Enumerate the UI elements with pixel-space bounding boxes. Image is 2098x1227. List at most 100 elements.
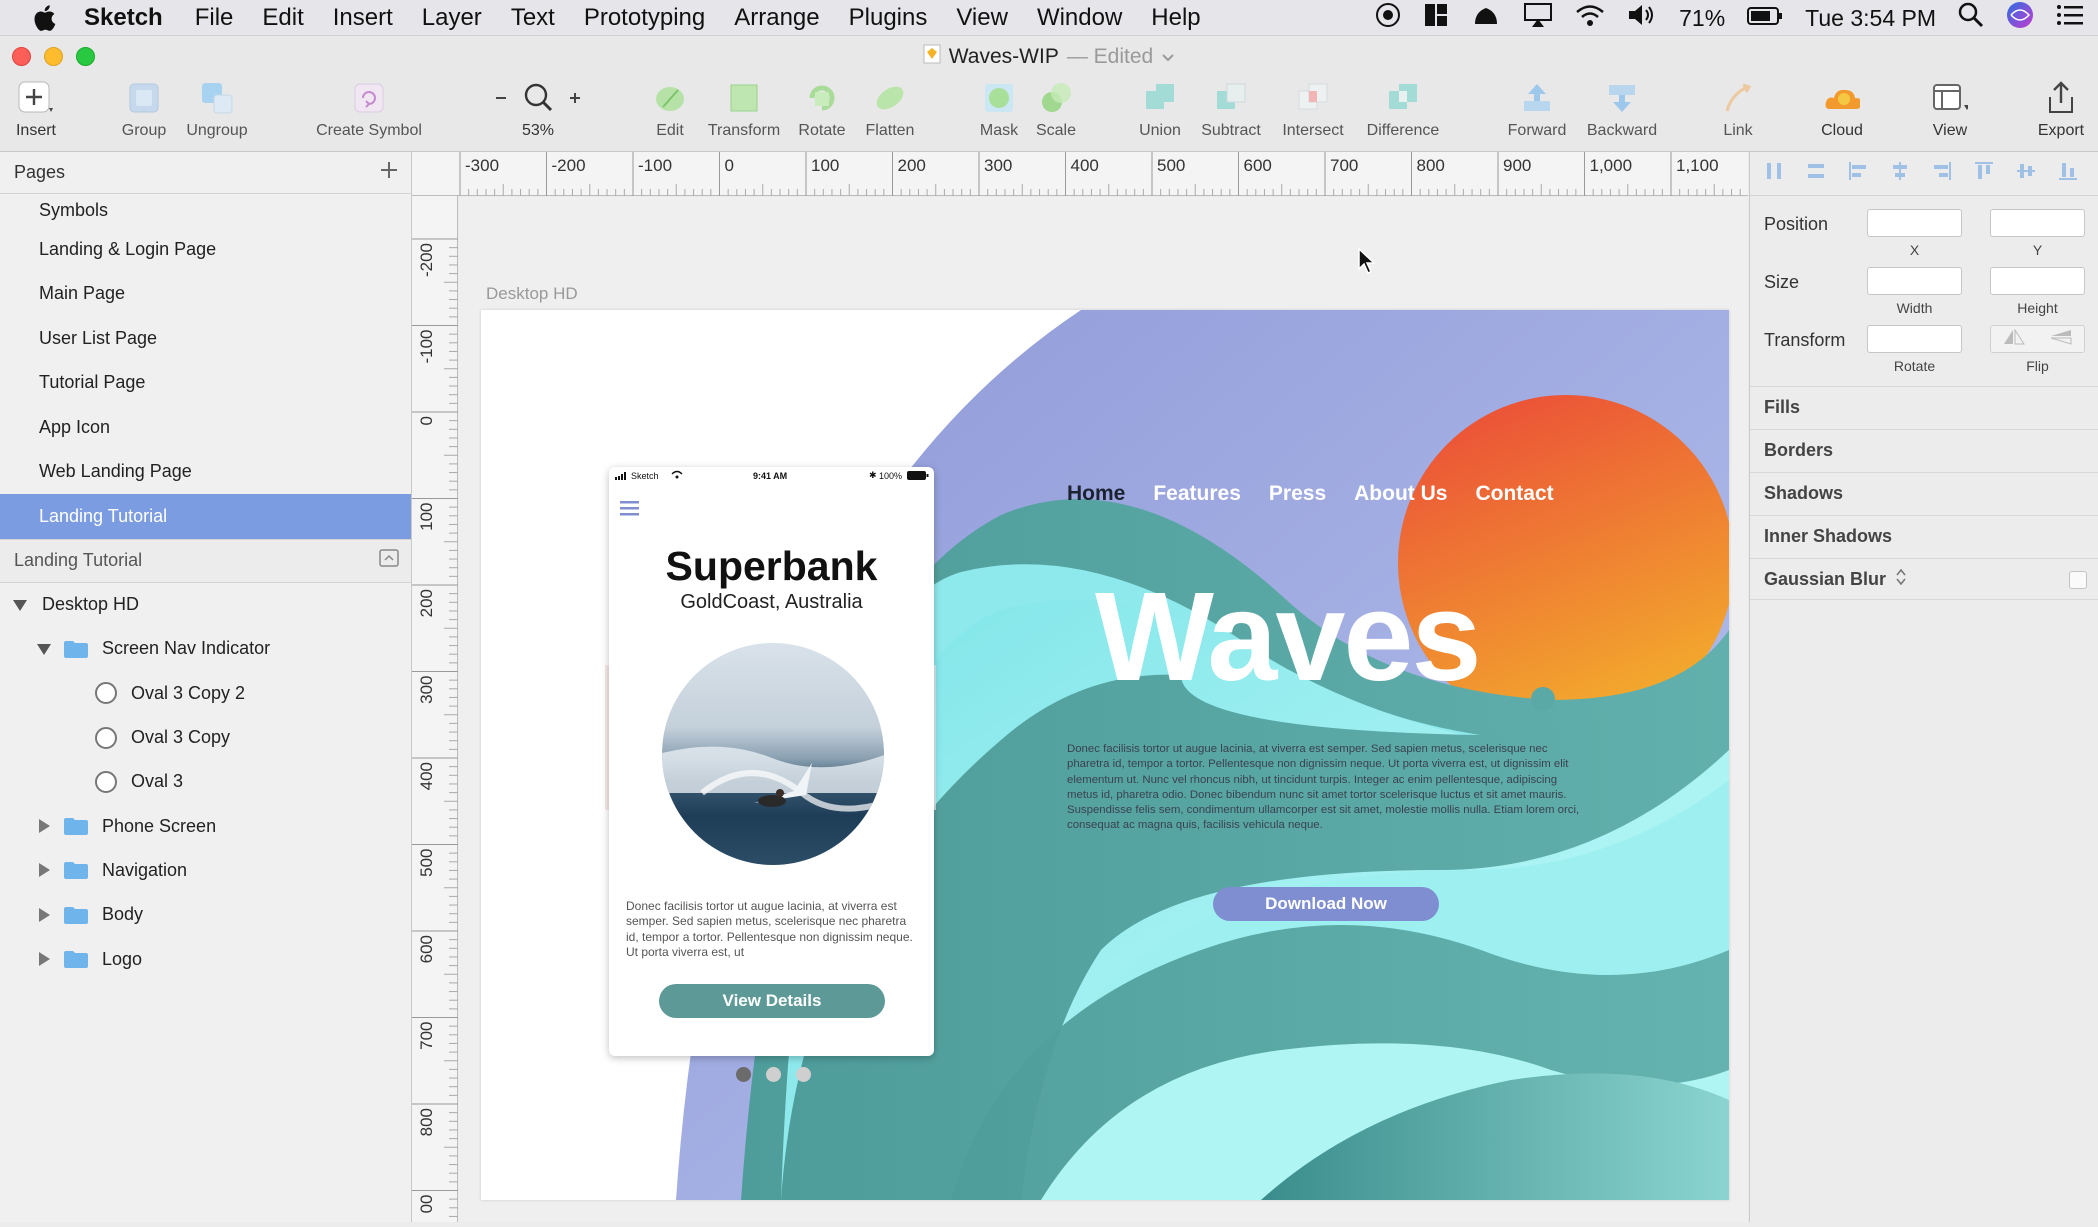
- gaussian-blur-checkbox[interactable]: [2069, 571, 2087, 589]
- screen-record-icon[interactable]: [1375, 2, 1401, 34]
- transform-button[interactable]: Transform: [704, 77, 784, 152]
- layer-oval-3-copy[interactable]: Oval 3 Copy: [0, 715, 411, 759]
- view-button[interactable]: View: [1924, 77, 1976, 152]
- layer-oval-3[interactable]: Oval 3: [0, 760, 411, 804]
- menu-help[interactable]: Help: [1151, 4, 1200, 32]
- wifi-icon[interactable]: [1575, 3, 1605, 33]
- scale-button[interactable]: Scale: [1032, 77, 1080, 152]
- collapse-layers-icon[interactable]: [379, 549, 399, 572]
- link-button[interactable]: Link: [1718, 77, 1758, 152]
- rotate-input[interactable]: [1867, 325, 1962, 353]
- horizontal-ruler[interactable]: -300 -200 -100 0 100 200 300 400 500 600 700 800 900…: [412, 152, 1748, 196]
- apple-icon[interactable]: [26, 0, 62, 36]
- layer-screen-nav-indicator[interactable]: Screen Nav Indicator: [0, 627, 411, 671]
- create-symbol-button[interactable]: Create Symbol: [306, 77, 432, 152]
- layer-desktop-hd[interactable]: Desktop HD: [0, 583, 411, 627]
- menu-arrange[interactable]: Arrange: [734, 4, 819, 32]
- nav-press[interactable]: Press: [1269, 482, 1326, 506]
- intersect-button[interactable]: Intersect: [1277, 77, 1349, 152]
- insert-button[interactable]: Insert: [10, 77, 62, 152]
- backward-button[interactable]: Backward: [1580, 77, 1664, 152]
- menu-prototyping[interactable]: Prototyping: [584, 4, 705, 32]
- nav-home[interactable]: Home: [1067, 482, 1125, 506]
- align-left-icon[interactable]: [1848, 161, 1868, 186]
- page-tutorial[interactable]: Tutorial Page: [0, 361, 411, 406]
- menu-text[interactable]: Text: [511, 4, 555, 32]
- page-symbols[interactable]: Symbols: [0, 194, 411, 227]
- download-now-button[interactable]: Download Now: [1213, 887, 1439, 921]
- borders-section[interactable]: Borders: [1750, 429, 2098, 471]
- carousel-dot-active[interactable]: [736, 1067, 751, 1082]
- cloud-menu-icon[interactable]: [1471, 2, 1501, 34]
- chevron-down-icon[interactable]: [1161, 45, 1175, 69]
- blur-type-stepper-icon[interactable]: [1896, 568, 1906, 590]
- battery-icon[interactable]: [1747, 5, 1783, 32]
- menu-edit[interactable]: Edit: [262, 4, 303, 32]
- rotate-button[interactable]: Rotate: [794, 77, 850, 152]
- layer-phone-screen[interactable]: Phone Screen: [0, 804, 411, 848]
- disclosure-open-icon[interactable]: [12, 597, 28, 613]
- align-top-icon[interactable]: [1974, 161, 1994, 186]
- align-center-icon[interactable]: [1890, 161, 1910, 186]
- layer-oval-3-copy-2[interactable]: Oval 3 Copy 2: [0, 671, 411, 715]
- zoom-control[interactable]: 53%: [490, 77, 586, 152]
- page-web-landing[interactable]: Web Landing Page: [0, 450, 411, 495]
- page-landing-login[interactable]: Landing & Login Page: [0, 227, 411, 272]
- difference-button[interactable]: Difference: [1360, 77, 1446, 152]
- vertical-ruler[interactable]: -200 -100 0 100 200 300 400 500 600 700 800 00: [412, 196, 458, 1226]
- menu-insert[interactable]: Insert: [333, 4, 393, 32]
- pages-header[interactable]: Pages: [0, 152, 411, 194]
- nav-about-us[interactable]: About Us: [1354, 482, 1447, 506]
- zoom-window-button[interactable]: [76, 47, 95, 66]
- fills-section[interactable]: Fills: [1750, 386, 2098, 428]
- disclosure-closed-icon[interactable]: [36, 862, 52, 878]
- y-input[interactable]: [1990, 209, 2085, 237]
- cloud-button[interactable]: Cloud: [1814, 77, 1870, 152]
- add-page-icon[interactable]: [379, 160, 399, 185]
- close-window-button[interactable]: [12, 47, 31, 66]
- hamburger-menu-icon[interactable]: [620, 500, 640, 521]
- flip-horizontal-icon[interactable]: [2003, 327, 2026, 350]
- mask-button[interactable]: Mask: [976, 77, 1022, 152]
- page-landing-tutorial[interactable]: Landing Tutorial: [0, 494, 411, 539]
- siri-icon[interactable]: [2006, 1, 2034, 35]
- align-bottom-icon[interactable]: [2058, 161, 2078, 186]
- height-input[interactable]: [1990, 267, 2085, 295]
- export-button[interactable]: Export: [2034, 77, 2088, 152]
- volume-icon[interactable]: [1627, 3, 1657, 33]
- layer-body[interactable]: Body: [0, 893, 411, 937]
- artboard-label[interactable]: Desktop HD: [486, 284, 578, 304]
- grid-app-icon[interactable]: [1423, 2, 1449, 34]
- flip-vertical-icon[interactable]: [2050, 329, 2072, 350]
- artboard-desktop-hd[interactable]: Home Features Press About Us Contact Wav…: [481, 310, 1729, 1200]
- x-input[interactable]: [1867, 209, 1962, 237]
- phone-screen[interactable]: Sketch 9:41 AM ✱ 100% Superbank GoldCoas…: [609, 467, 934, 1056]
- notification-center-icon[interactable]: [2056, 3, 2084, 33]
- menu-app[interactable]: Sketch: [84, 4, 163, 32]
- page-main[interactable]: Main Page: [0, 272, 411, 317]
- distribute-horizontal-icon[interactable]: [1764, 161, 1784, 186]
- minimize-window-button[interactable]: [44, 47, 63, 66]
- edit-button[interactable]: Edit: [650, 77, 690, 152]
- group-button[interactable]: Group: [118, 77, 170, 152]
- gaussian-blur-section[interactable]: Gaussian Blur: [1750, 558, 2098, 600]
- align-right-icon[interactable]: [1932, 161, 1952, 186]
- page-app-icon[interactable]: App Icon: [0, 405, 411, 450]
- flatten-button[interactable]: Flatten: [862, 77, 918, 152]
- menu-file[interactable]: File: [195, 4, 234, 32]
- menu-window[interactable]: Window: [1037, 4, 1122, 32]
- nav-contact[interactable]: Contact: [1475, 482, 1553, 506]
- shadows-section[interactable]: Shadows: [1750, 472, 2098, 514]
- disclosure-closed-icon[interactable]: [36, 907, 52, 923]
- layer-logo[interactable]: Logo: [0, 937, 411, 981]
- menu-view[interactable]: View: [956, 4, 1008, 32]
- clock[interactable]: Tue 3:54 PM: [1805, 5, 1936, 32]
- ungroup-button[interactable]: Ungroup: [182, 77, 252, 152]
- layer-navigation[interactable]: Navigation: [0, 848, 411, 892]
- align-middle-icon[interactable]: [2016, 161, 2036, 186]
- airplay-icon[interactable]: [1523, 2, 1553, 34]
- carousel-dot[interactable]: [796, 1067, 811, 1082]
- union-button[interactable]: Union: [1136, 77, 1184, 152]
- menu-plugins[interactable]: Plugins: [849, 4, 928, 32]
- view-details-button[interactable]: View Details: [659, 984, 885, 1018]
